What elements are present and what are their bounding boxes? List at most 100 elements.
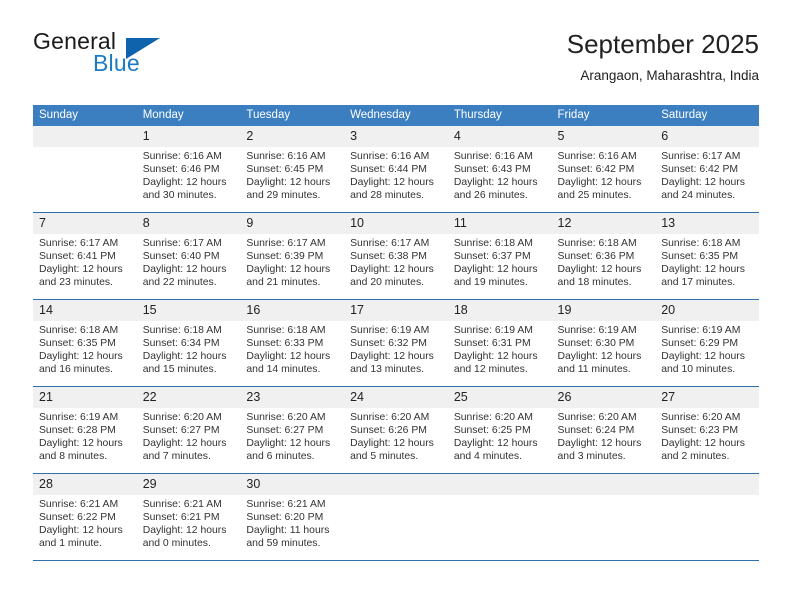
calendar-day-cell-empty [447,474,552,561]
weekday-header-thursday: Thursday [447,105,552,126]
calendar-day-cell[interactable]: 3 Sunrise: 6:16 AM Sunset: 6:44 PM Daylight… [344,126,448,213]
daylight-text-line1: Daylight: 12 hours [142,264,227,276]
calendar-day-cell[interactable]: 16 Sunrise: 6:18 AM Sunset: 6:33 PM Dayligh… [240,300,345,387]
day-details [33,147,137,208]
day-details: Sunrise: 6:16 AM Sunset: 6:45 PM Daylight:… [240,147,344,208]
calendar-day-cell[interactable]: 10 Sunrise: 6:17 AM Sunset: 6:38 PM Dayligh… [344,213,448,300]
day-details [448,495,552,556]
calendar-day-cell[interactable]: 12 Sunrise: 6:18 AM Sunset: 6:36 PM Dayligh… [551,213,656,300]
sunset-text: Sunset: 6:29 PM [661,338,739,350]
calendar-day-cell[interactable]: 28 Sunrise: 6:21 AM Sunset: 6:22 PM Dayligh… [33,474,137,561]
sunrise-text: Sunrise: 6:18 AM [39,325,119,336]
day-details: Sunrise: 6:16 AM Sunset: 6:43 PM Daylight:… [448,147,552,208]
weekday-header-tuesday: Tuesday [240,105,345,126]
daylight-text-line1: Daylight: 12 hours [557,438,642,450]
day-details: Sunrise: 6:21 AM Sunset: 6:22 PM Daylight:… [33,495,137,556]
calendar-day-cell[interactable]: 29 Sunrise: 6:21 AM Sunset: 6:21 PM Dayligh… [136,474,241,561]
calendar-day-cell[interactable]: 1 Sunrise: 6:16 AM Sunset: 6:46 PM Daylight… [136,126,241,213]
sunset-text: Sunset: 6:39 PM [246,251,324,263]
daylight-text-line2: and 13 minutes. [350,364,425,376]
calendar-day-cell[interactable]: 4 Sunrise: 6:16 AM Sunset: 6:43 PM Daylight… [447,126,552,213]
daylight-text-line1: Daylight: 12 hours [142,525,227,537]
general-blue-logo[interactable]: General Blue [33,28,253,90]
day-number: 3 [344,126,448,147]
daylight-text-line1: Daylight: 12 hours [661,438,745,450]
calendar-day-cell[interactable]: 8 Sunrise: 6:17 AM Sunset: 6:40 PM Daylight… [136,213,241,300]
title-block: September 2025 Arangaon, Maharashtra, In… [567,28,759,86]
calendar-day-cell[interactable]: 20 Sunrise: 6:19 AM Sunset: 6:29 PM Dayligh… [655,300,759,387]
weekday-header-sunday: Sunday [33,105,137,126]
sunrise-text: Sunrise: 6:17 AM [142,238,222,249]
calendar-day-cell[interactable]: 13 Sunrise: 6:18 AM Sunset: 6:35 PM Dayligh… [655,213,759,300]
daylight-text-line1: Daylight: 12 hours [39,438,123,450]
daylight-text-line1: Daylight: 12 hours [39,525,123,537]
calendar-day-cell[interactable]: 14 Sunrise: 6:18 AM Sunset: 6:35 PM Dayligh… [33,300,137,387]
daylight-text-line2: and 24 minutes. [661,190,736,202]
calendar-day-cell[interactable]: 11 Sunrise: 6:18 AM Sunset: 6:37 PM Dayligh… [447,213,552,300]
calendar-day-cell[interactable]: 22 Sunrise: 6:20 AM Sunset: 6:27 PM Dayligh… [136,387,241,474]
day-details: Sunrise: 6:16 AM Sunset: 6:44 PM Daylight:… [344,147,448,208]
calendar-grid: Sunday Monday Tuesday Wednesday Thursday… [33,105,759,561]
calendar-page: General Blue September 2025 Arangaon, Ma… [0,0,792,612]
calendar-day-cell[interactable]: 21 Sunrise: 6:19 AM Sunset: 6:28 PM Dayligh… [33,387,137,474]
calendar-day-cell[interactable]: 9 Sunrise: 6:17 AM Sunset: 6:39 PM Daylight… [240,213,345,300]
calendar-day-cell-empty [551,474,656,561]
day-number: 10 [344,213,448,234]
calendar-day-cell[interactable]: 24 Sunrise: 6:20 AM Sunset: 6:26 PM Dayligh… [344,387,448,474]
calendar-day-cell[interactable]: 2 Sunrise: 6:16 AM Sunset: 6:45 PM Daylight… [240,126,345,213]
day-number: 6 [655,126,759,147]
day-number: 14 [33,300,137,321]
day-number: 26 [551,387,656,408]
calendar-day-cell[interactable]: 17 Sunrise: 6:19 AM Sunset: 6:32 PM Dayligh… [344,300,448,387]
daylight-text-line1: Daylight: 12 hours [142,177,227,189]
daylight-text-line1: Daylight: 12 hours [557,264,642,276]
calendar-week-row: 14 Sunrise: 6:18 AM Sunset: 6:35 PM Dayligh… [33,300,759,387]
day-details: Sunrise: 6:16 AM Sunset: 6:42 PM Daylight:… [552,147,656,208]
day-details: Sunrise: 6:19 AM Sunset: 6:32 PM Daylight:… [344,321,448,382]
day-details: Sunrise: 6:18 AM Sunset: 6:37 PM Daylight:… [448,234,552,295]
sunset-text: Sunset: 6:45 PM [246,164,324,176]
sunrise-text: Sunrise: 6:20 AM [453,412,533,423]
day-number: 9 [240,213,345,234]
calendar-day-cell[interactable]: 15 Sunrise: 6:18 AM Sunset: 6:34 PM Dayligh… [136,300,241,387]
calendar-day-cell[interactable]: 26 Sunrise: 6:20 AM Sunset: 6:24 PM Dayligh… [551,387,656,474]
daylight-text-line2: and 25 minutes. [557,190,632,202]
sunset-text: Sunset: 6:36 PM [557,251,635,263]
daylight-text-line2: and 4 minutes. [453,451,522,463]
day-number: 2 [240,126,345,147]
calendar-day-cell[interactable]: 18 Sunrise: 6:19 AM Sunset: 6:31 PM Dayligh… [447,300,552,387]
sunrise-text: Sunrise: 6:20 AM [557,412,637,423]
daylight-text-line2: and 59 minutes. [246,538,321,550]
calendar-day-cell[interactable]: 23 Sunrise: 6:20 AM Sunset: 6:27 PM Dayligh… [240,387,345,474]
calendar-day-cell[interactable]: 27 Sunrise: 6:20 AM Sunset: 6:23 PM Dayligh… [655,387,759,474]
day-number [551,474,656,495]
calendar-body: 1 Sunrise: 6:16 AM Sunset: 6:46 PM Daylight… [33,126,759,561]
day-number: 5 [551,126,656,147]
sunset-text: Sunset: 6:46 PM [142,164,220,176]
calendar-day-cell[interactable]: 25 Sunrise: 6:20 AM Sunset: 6:25 PM Dayligh… [447,387,552,474]
day-details: Sunrise: 6:20 AM Sunset: 6:24 PM Daylight:… [552,408,656,469]
day-number [344,474,448,495]
calendar-day-cell[interactable]: 7 Sunrise: 6:17 AM Sunset: 6:41 PM Daylight… [33,213,137,300]
calendar-day-cell[interactable]: 19 Sunrise: 6:19 AM Sunset: 6:30 PM Dayligh… [551,300,656,387]
daylight-text-line2: and 21 minutes. [246,277,321,289]
day-number: 8 [136,213,241,234]
sunrise-text: Sunrise: 6:19 AM [350,325,430,336]
daylight-text-line1: Daylight: 12 hours [142,438,227,450]
calendar-week-row: 28 Sunrise: 6:21 AM Sunset: 6:22 PM Dayligh… [33,474,759,561]
day-details: Sunrise: 6:19 AM Sunset: 6:30 PM Daylight:… [552,321,656,382]
sunrise-text: Sunrise: 6:19 AM [661,325,741,336]
weekday-header-friday: Friday [551,105,656,126]
sunset-text: Sunset: 6:43 PM [453,164,531,176]
calendar-day-cell[interactable]: 30 Sunrise: 6:21 AM Sunset: 6:20 PM Dayligh… [240,474,345,561]
calendar-day-cell[interactable]: 6 Sunrise: 6:17 AM Sunset: 6:42 PM Daylight… [655,126,759,213]
sunrise-text: Sunrise: 6:21 AM [39,499,119,510]
daylight-text-line1: Daylight: 12 hours [661,177,745,189]
weekday-header-saturday: Saturday [655,105,759,126]
sunset-text: Sunset: 6:28 PM [39,425,116,437]
logo-text-blue: Blue [93,50,140,76]
calendar-day-cell[interactable]: 5 Sunrise: 6:16 AM Sunset: 6:42 PM Daylight… [551,126,656,213]
daylight-text-line1: Daylight: 12 hours [142,351,227,363]
day-details: Sunrise: 6:21 AM Sunset: 6:21 PM Daylight:… [137,495,241,556]
daylight-text-line1: Daylight: 12 hours [350,438,434,450]
